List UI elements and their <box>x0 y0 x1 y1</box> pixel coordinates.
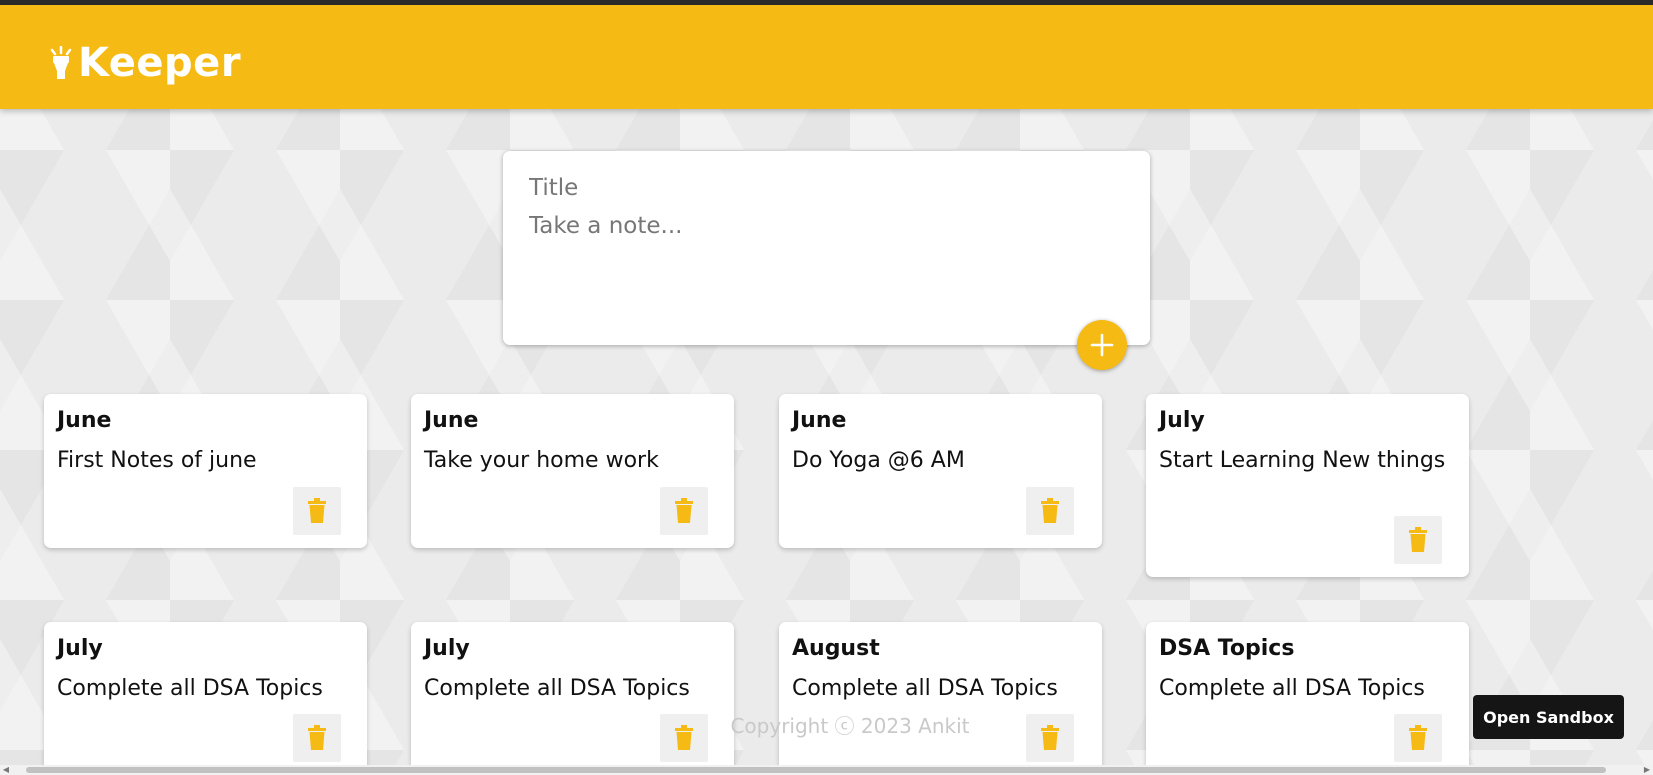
note-title: July <box>424 636 470 661</box>
trash-icon <box>1041 498 1059 523</box>
app-logo: Keeper <box>48 37 241 89</box>
trash-icon <box>308 725 326 750</box>
note-content: Complete all DSA Topics <box>57 676 323 701</box>
note-content: Take your home work <box>424 448 659 473</box>
note-card: June Do Yoga @6 AM <box>779 394 1102 548</box>
note-content: Do Yoga @6 AM <box>792 448 965 473</box>
scrollbar-thumb[interactable] <box>26 767 1606 773</box>
note-title-input[interactable] <box>529 171 1119 205</box>
note-title: July <box>57 636 103 661</box>
note-content: Complete all DSA Topics <box>424 676 690 701</box>
note-card: July Start Learning New things <box>1146 394 1469 577</box>
note-content: Start Learning New things <box>1159 448 1446 473</box>
note-title: DSA Topics <box>1159 636 1295 661</box>
note-card: July Complete all DSA Topics <box>44 622 367 775</box>
delete-note-button[interactable] <box>660 487 708 535</box>
scroll-left-icon[interactable]: ◀ <box>0 765 12 775</box>
note-content: Complete all DSA Topics <box>792 676 1058 701</box>
note-card: DSA Topics Complete all DSA Topics <box>1146 622 1469 775</box>
scroll-right-icon[interactable]: ▶ <box>1641 765 1653 775</box>
flashlight-icon <box>50 46 72 79</box>
trash-icon <box>675 725 693 750</box>
trash-icon <box>308 498 326 523</box>
delete-note-button[interactable] <box>1394 516 1442 564</box>
trash-icon <box>675 498 693 523</box>
trash-icon <box>1041 725 1059 750</box>
note-title: June <box>57 408 112 433</box>
delete-note-button[interactable] <box>1026 487 1074 535</box>
note-title: June <box>792 408 847 433</box>
add-note-button[interactable] <box>1077 320 1127 370</box>
note-content: Complete all DSA Topics <box>1159 676 1425 701</box>
note-content-input[interactable] <box>529 213 1119 323</box>
note-card: August Complete all DSA Topics <box>779 622 1102 775</box>
note-card: June First Notes of june <box>44 394 367 548</box>
footer-copyright: Copyright ⓒ 2023 Ankit <box>730 714 970 738</box>
note-title: June <box>424 408 479 433</box>
note-title: August <box>792 636 880 661</box>
delete-note-button[interactable] <box>293 487 341 535</box>
app-header: Keeper <box>0 5 1653 109</box>
note-card: July Complete all DSA Topics <box>411 622 734 775</box>
note-content: First Notes of june <box>57 448 257 473</box>
open-sandbox-button[interactable]: Open Sandbox <box>1473 695 1624 739</box>
plus-icon <box>1090 333 1114 357</box>
horizontal-scrollbar[interactable]: ◀ ▶ <box>0 765 1653 775</box>
delete-note-button[interactable] <box>293 714 341 762</box>
trash-icon <box>1409 725 1427 750</box>
delete-note-button[interactable] <box>1026 714 1074 762</box>
app-title: Keeper <box>78 40 242 86</box>
delete-note-button[interactable] <box>1394 714 1442 762</box>
trash-icon <box>1409 527 1427 552</box>
note-title: July <box>1159 408 1205 433</box>
note-card: June Take your home work <box>411 394 734 548</box>
create-note-form <box>503 151 1150 345</box>
